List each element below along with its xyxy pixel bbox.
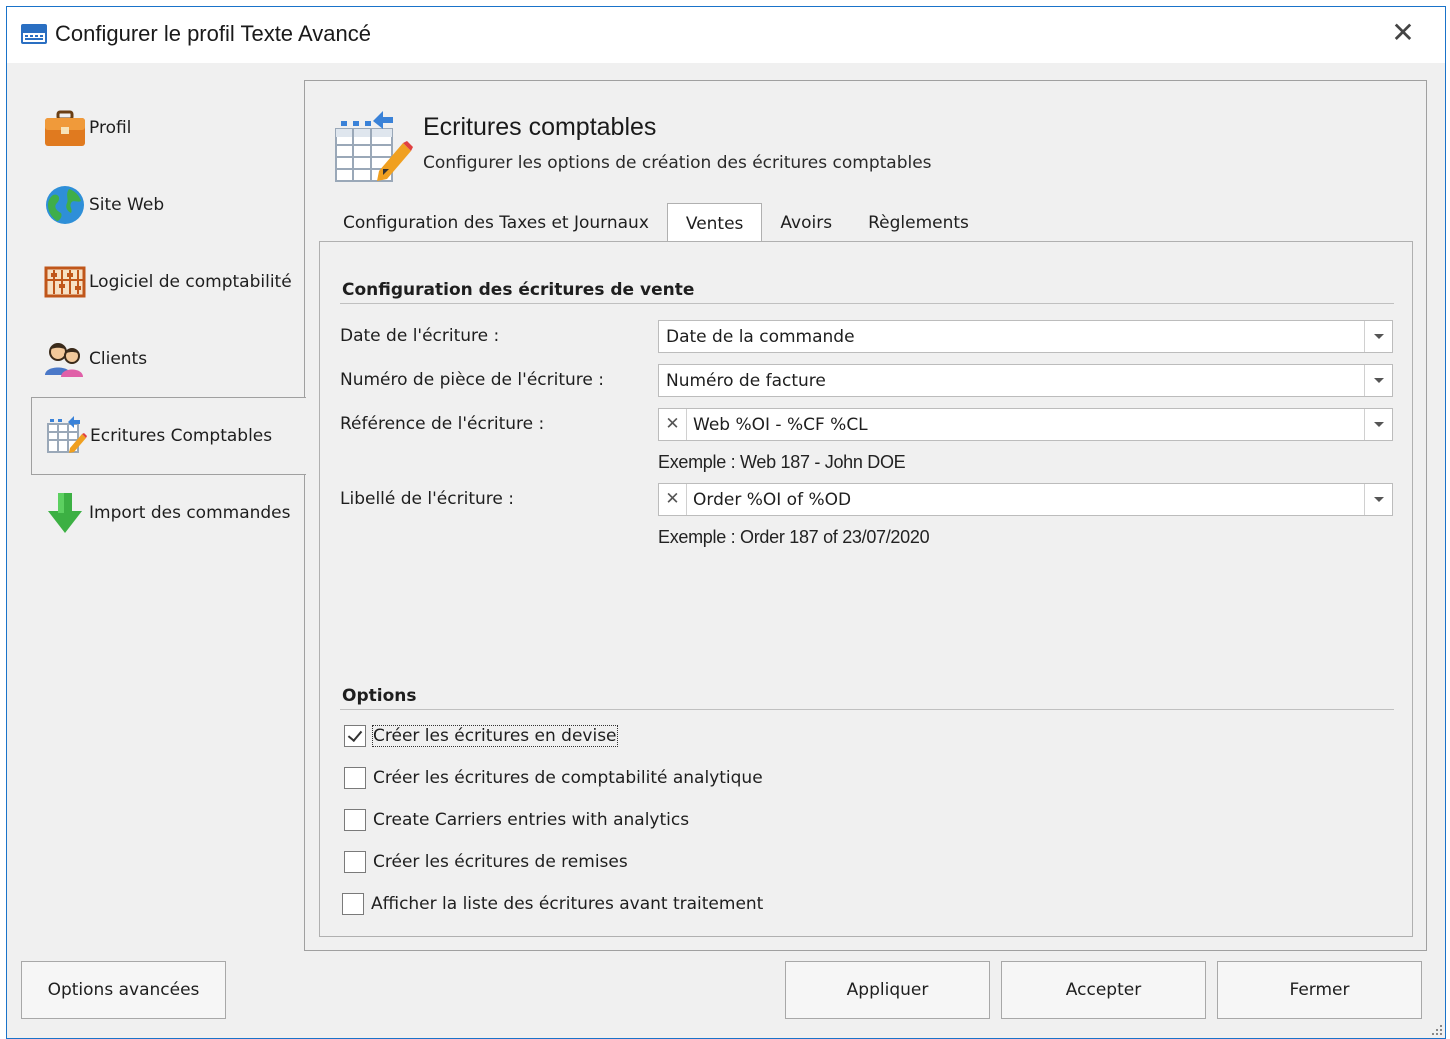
sidebar-item-site-web[interactable]: Site Web bbox=[31, 166, 306, 244]
option-carriers-label[interactable]: Create Carriers entries with analytics bbox=[373, 810, 689, 830]
tab-avoirs[interactable]: Avoirs bbox=[762, 205, 850, 241]
libelle-value: Order %OI of %OD bbox=[693, 490, 852, 510]
advanced-options-button[interactable]: Options avancées bbox=[21, 961, 226, 1019]
sidebar-item-profil[interactable]: Profil bbox=[31, 89, 306, 167]
tab-bar: Configuration des Taxes et Journaux Vent… bbox=[325, 203, 987, 243]
app-logo-icon bbox=[21, 24, 47, 44]
close-icon[interactable]: ✕ bbox=[1389, 19, 1417, 47]
sidebar-item-import-commandes[interactable]: Import des commandes bbox=[31, 474, 306, 552]
option-remises-label[interactable]: Créer les écritures de remises bbox=[373, 852, 628, 872]
libelle-example: Exemple : Order 187 of 23/07/2020 bbox=[658, 527, 930, 547]
apply-button[interactable]: Appliquer bbox=[785, 961, 990, 1019]
page-title: Ecritures comptables bbox=[423, 113, 657, 141]
spreadsheet-edit-icon bbox=[335, 111, 413, 182]
date-select-value: Date de la commande bbox=[666, 327, 855, 347]
sidebar-item-label: Site Web bbox=[89, 195, 165, 215]
libelle-combo[interactable]: ✕ Order %OI of %OD bbox=[658, 483, 1393, 516]
checkbox-afficher-liste[interactable] bbox=[342, 893, 364, 915]
option-remises[interactable]: Créer les écritures de remises bbox=[344, 849, 628, 875]
sidebar-item-label: Clients bbox=[89, 349, 148, 369]
briefcase-icon bbox=[45, 110, 85, 146]
section-divider bbox=[340, 709, 1394, 710]
arrow-down-icon bbox=[48, 493, 82, 533]
resize-grip-icon[interactable] bbox=[1431, 1024, 1443, 1036]
option-afficher-liste-label[interactable]: Afficher la liste des écritures avant tr… bbox=[371, 894, 763, 914]
date-label: Date de l'écriture : bbox=[340, 326, 500, 346]
date-select[interactable]: Date de la commande bbox=[658, 320, 1393, 353]
title-bar[interactable]: Configurer le profil Texte Avancé ✕ bbox=[7, 7, 1445, 63]
sidebar-item-clients[interactable]: Clients bbox=[31, 320, 306, 398]
sidebar-item-label: Profil bbox=[89, 118, 132, 138]
option-analytique[interactable]: Créer les écritures de comptabilité anal… bbox=[344, 765, 763, 791]
sidebar-item-label: Import des commandes bbox=[89, 503, 291, 523]
dialog-window: Configurer le profil Texte Avancé ✕ Prof… bbox=[6, 6, 1446, 1039]
checkbox-devise[interactable] bbox=[344, 725, 366, 747]
checkbox-carriers[interactable] bbox=[344, 809, 366, 831]
abacus-icon bbox=[44, 266, 86, 298]
option-analytique-label[interactable]: Créer les écritures de comptabilité anal… bbox=[373, 768, 763, 788]
tab-configuration-taxes-journaux[interactable]: Configuration des Taxes et Journaux bbox=[325, 205, 667, 241]
accept-button[interactable]: Accepter bbox=[1001, 961, 1206, 1019]
users-icon bbox=[45, 343, 83, 377]
close-button[interactable]: Fermer bbox=[1217, 961, 1422, 1019]
tab-content-ventes: Configuration des écritures de vente Dat… bbox=[319, 241, 1413, 937]
sidebar-item-label: Ecritures Comptables bbox=[90, 426, 273, 446]
chevron-down-icon[interactable] bbox=[1364, 409, 1392, 440]
section-title-options: Options bbox=[342, 686, 417, 706]
piece-select-value: Numéro de facture bbox=[666, 371, 826, 391]
libelle-label: Libellé de l'écriture : bbox=[340, 489, 514, 509]
sidebar-item-ecritures-comptables[interactable]: Ecritures Comptables bbox=[31, 397, 306, 475]
chevron-down-icon[interactable] bbox=[1364, 321, 1392, 352]
window-title: Configurer le profil Texte Avancé bbox=[55, 21, 371, 46]
checkbox-analytique[interactable] bbox=[344, 767, 366, 789]
section-title-sales: Configuration des écritures de vente bbox=[342, 280, 695, 300]
section-divider bbox=[340, 303, 1394, 304]
sidebar-item-logiciel-comptabilite[interactable]: Logiciel de comptabilité bbox=[31, 243, 306, 321]
spreadsheet-edit-icon bbox=[47, 416, 87, 453]
tab-reglements[interactable]: Règlements bbox=[850, 205, 987, 241]
clear-icon[interactable]: ✕ bbox=[659, 409, 687, 440]
page-subtitle: Configurer les options de création des é… bbox=[423, 153, 932, 173]
piece-label: Numéro de pièce de l'écriture : bbox=[340, 370, 604, 390]
tab-ventes[interactable]: Ventes bbox=[666, 203, 763, 241]
option-devise-label[interactable]: Créer les écritures en devise bbox=[372, 725, 618, 747]
reference-value: Web %OI - %CF %CL bbox=[693, 415, 868, 435]
chevron-down-icon[interactable] bbox=[1364, 484, 1392, 515]
sidebar-item-label: Logiciel de comptabilité bbox=[89, 272, 292, 292]
reference-label: Référence de l'écriture : bbox=[340, 414, 545, 434]
option-afficher-liste[interactable]: Afficher la liste des écritures avant tr… bbox=[342, 891, 763, 917]
option-carriers[interactable]: Create Carriers entries with analytics bbox=[344, 807, 689, 833]
piece-select[interactable]: Numéro de facture bbox=[658, 364, 1393, 397]
clear-icon[interactable]: ✕ bbox=[659, 484, 687, 515]
chevron-down-icon[interactable] bbox=[1364, 365, 1392, 396]
reference-combo[interactable]: ✕ Web %OI - %CF %CL bbox=[658, 408, 1393, 441]
content-panel: Ecritures comptables Configurer les opti… bbox=[304, 80, 1427, 951]
option-devise[interactable]: Créer les écritures en devise bbox=[344, 723, 618, 749]
globe-icon bbox=[46, 186, 84, 224]
checkbox-remises[interactable] bbox=[344, 851, 366, 873]
reference-example: Exemple : Web 187 - John DOE bbox=[658, 452, 906, 472]
